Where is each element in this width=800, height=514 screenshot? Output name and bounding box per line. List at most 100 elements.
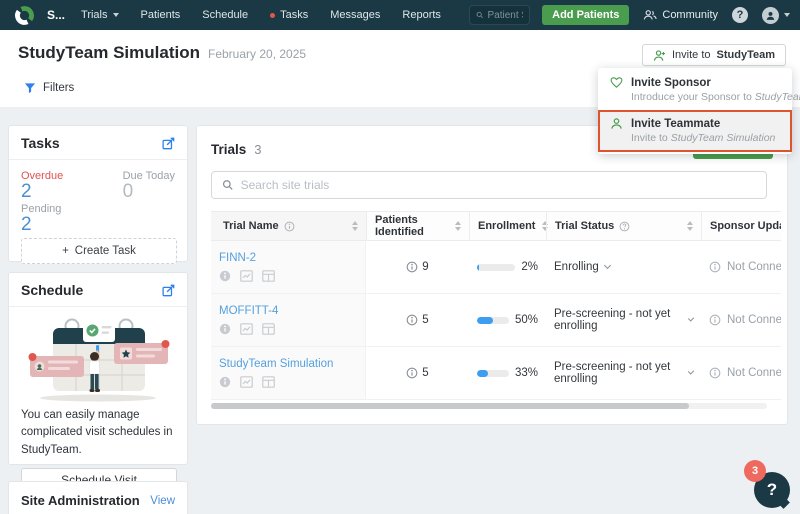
sort-icon[interactable] <box>352 221 358 231</box>
heart-icon <box>610 76 623 89</box>
site-admin-view-link[interactable]: View <box>150 495 175 507</box>
nav-item-tasks[interactable]: Tasks <box>270 9 308 21</box>
studyteam-logo-icon <box>14 5 35 26</box>
site-administration-card: Site Administration View <box>8 481 188 514</box>
schedule-card: Schedule <box>8 272 188 465</box>
avatar-icon <box>762 7 779 24</box>
info-filled-icon[interactable] <box>219 323 231 335</box>
trial-name-link[interactable]: MOFFITT-4 <box>219 305 278 317</box>
chevron-down-icon <box>604 262 611 269</box>
trial-status-dropdown[interactable]: Pre-screening - not yet enrolling <box>554 308 683 332</box>
nav-brand[interactable]: S... <box>47 8 65 22</box>
grid-table-icon[interactable] <box>262 270 275 282</box>
patients-count: 5 <box>422 314 428 326</box>
plus-icon: + <box>62 245 69 257</box>
person-icon <box>610 117 623 130</box>
schedule-card-title: Schedule <box>21 282 83 298</box>
schedule-description: You can easily manage complicated visit … <box>21 407 175 459</box>
column-enrollment[interactable]: Enrollment <box>469 212 546 240</box>
enrollment-percent: 33% <box>515 367 538 379</box>
column-patients-identified[interactable]: Patients Identified <box>366 212 469 240</box>
tasks-card-title: Tasks <box>21 135 60 151</box>
trial-status-dropdown[interactable]: Enrolling <box>554 261 599 273</box>
chart-icon[interactable] <box>240 323 253 335</box>
info-filled-icon[interactable] <box>219 270 231 282</box>
nav-item-messages[interactable]: Messages <box>330 9 380 21</box>
tasks-card: Tasks Overdue 2 Pending 2 Due Today 0 + <box>8 125 188 262</box>
app-root: S... Trials Patients Schedule Tasks Mess… <box>0 0 800 514</box>
people-icon <box>643 9 657 21</box>
sort-icon[interactable] <box>687 221 693 231</box>
chart-icon[interactable] <box>240 270 253 282</box>
scrollbar-thumb[interactable] <box>211 403 689 409</box>
trial-name-link[interactable]: StudyTeam Simulation <box>219 358 333 370</box>
trials-title: Trials <box>211 142 246 157</box>
table-row: FINN-2 9 2% <box>211 241 781 294</box>
sort-icon[interactable] <box>455 221 461 231</box>
enrollment-percent: 2% <box>521 261 538 273</box>
create-task-button[interactable]: + Create Task <box>21 238 177 264</box>
add-patients-button[interactable]: Add Patients <box>542 5 629 25</box>
column-trial-name[interactable]: Trial Name <box>211 212 366 240</box>
info-icon <box>406 314 418 326</box>
table-row: StudyTeam Simulation 5 33% <box>211 347 781 400</box>
info-icon <box>406 367 418 379</box>
info-icon <box>709 367 721 379</box>
info-icon <box>709 261 721 273</box>
page-date: February 20, 2025 <box>208 47 306 61</box>
menu-item-invite-sponsor[interactable]: Invite Sponsor Introduce your Sponsor to… <box>598 70 792 110</box>
trials-search-input[interactable] <box>241 178 756 192</box>
search-icon <box>222 179 234 191</box>
trials-count: 3 <box>254 142 261 157</box>
patient-search-input[interactable] <box>487 10 523 21</box>
column-trial-status[interactable]: Trial Status <box>546 212 701 240</box>
pending-label: Pending <box>21 203 175 215</box>
page-title: StudyTeam Simulation <box>18 43 200 63</box>
sponsor-update-status: Not Connected <box>727 261 781 273</box>
chart-icon[interactable] <box>240 376 253 388</box>
trial-status-dropdown[interactable]: Pre-screening - not yet enrolling <box>554 361 683 385</box>
table-row: MOFFITT-4 5 50% <box>211 294 781 347</box>
invite-to-studyteam-button[interactable]: Invite to StudyTeam <box>642 44 786 66</box>
site-admin-title: Site Administration <box>21 493 140 508</box>
nav-item-patients[interactable]: Patients <box>141 9 181 21</box>
nav-item-trials[interactable]: Trials <box>81 9 118 21</box>
search-icon <box>476 10 484 20</box>
trial-name-link[interactable]: FINN-2 <box>219 252 256 264</box>
nav-item-reports[interactable]: Reports <box>402 9 441 21</box>
info-icon <box>284 221 295 232</box>
info-filled-icon[interactable] <box>219 376 231 388</box>
trials-search-box[interactable] <box>211 171 767 199</box>
notification-dot-icon <box>270 13 275 18</box>
nav-item-schedule[interactable]: Schedule <box>202 9 248 21</box>
community-link[interactable]: Community <box>643 9 718 21</box>
grid-table-icon[interactable] <box>262 376 275 388</box>
edit-schedule-icon[interactable] <box>162 284 175 297</box>
help-circle-icon <box>619 221 630 232</box>
patient-search-box[interactable] <box>469 5 530 25</box>
grid-table-icon[interactable] <box>262 323 275 335</box>
column-sponsor-update[interactable]: Sponsor Update <box>701 212 781 240</box>
schedule-illustration <box>22 315 174 403</box>
help-icon[interactable]: ? <box>732 7 748 23</box>
help-badge: 3 <box>744 460 766 482</box>
user-menu[interactable] <box>762 7 790 24</box>
table-header-row: Trial Name Patients Identified Enro <box>211 211 781 241</box>
enrollment-progress-bar <box>477 370 509 377</box>
enrollment-progress-bar <box>477 264 515 271</box>
enrollment-percent: 50% <box>515 314 538 326</box>
trials-panel: Trials 3 Create Trial Trial Name <box>196 125 788 425</box>
chevron-down-icon <box>784 13 790 17</box>
filters-button[interactable]: Filters <box>24 82 74 94</box>
patients-count: 5 <box>422 367 428 379</box>
pending-value[interactable]: 2 <box>21 215 175 236</box>
invite-dropdown-menu: Invite Sponsor Introduce your Sponsor to… <box>598 68 792 154</box>
sponsor-update-status: Not Connected <box>727 367 781 379</box>
enrollment-progress-bar <box>477 317 509 324</box>
top-nav: S... Trials Patients Schedule Tasks Mess… <box>0 0 800 30</box>
edit-tasks-icon[interactable] <box>162 137 175 150</box>
menu-item-invite-teammate[interactable]: Invite Teammate Invite to StudyTeam Simu… <box>598 110 792 152</box>
due-today-value[interactable]: 0 <box>123 182 175 203</box>
chevron-down-icon <box>688 368 694 374</box>
horizontal-scrollbar[interactable] <box>211 403 767 409</box>
